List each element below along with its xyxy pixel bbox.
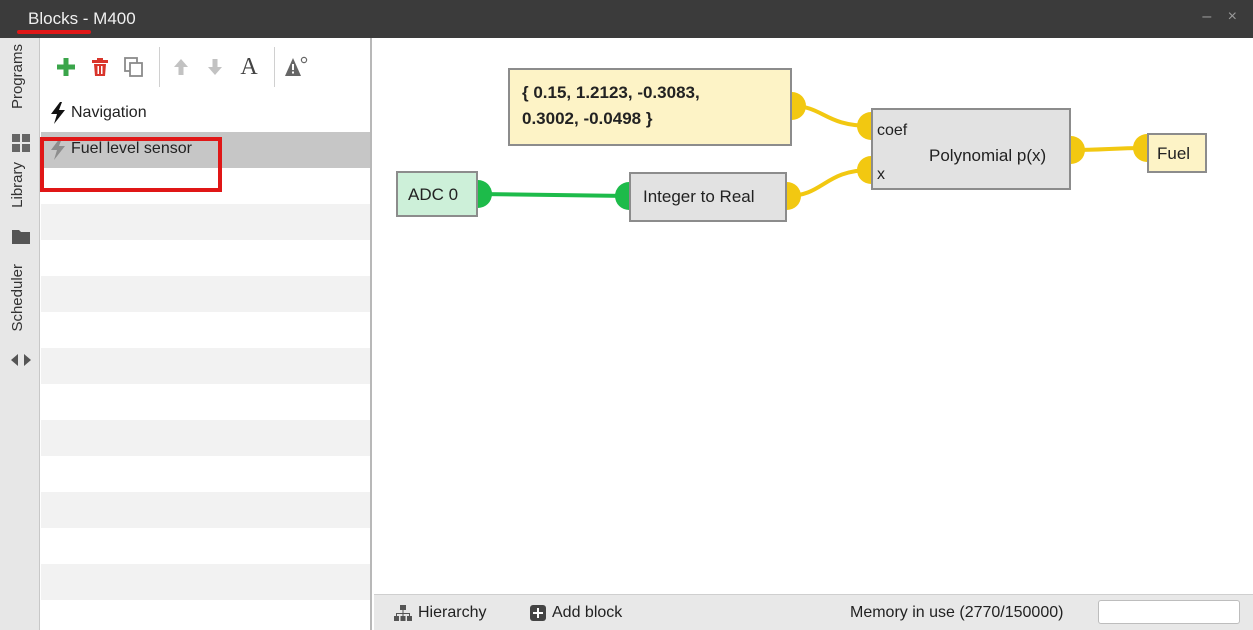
toolbar-separator (274, 47, 275, 87)
polynomial-block[interactable]: coef Polynomial p(x) x (871, 108, 1071, 190)
output-port (1071, 136, 1085, 164)
empty-row (41, 276, 370, 312)
copy-program-button[interactable] (119, 52, 149, 82)
adc-block[interactable]: ADC 0 (396, 171, 478, 217)
delete-program-button[interactable] (85, 52, 115, 82)
memory-progress-bar (1098, 600, 1240, 624)
fuel-output-block[interactable]: Fuel (1147, 133, 1207, 173)
window-title: Blocks - M400 (28, 9, 136, 28)
move-down-button[interactable] (200, 52, 230, 82)
arrows-icon (11, 354, 31, 366)
status-bar: Hierarchy Add block Memory in use (2770/… (374, 594, 1253, 630)
input-port (615, 182, 629, 210)
tab-library[interactable]: Library (9, 162, 26, 208)
bolt-icon (51, 102, 65, 124)
empty-row (41, 456, 370, 492)
empty-row (41, 420, 370, 456)
integer-to-real-block[interactable]: Integer to Real (629, 172, 787, 222)
input-port-x (857, 156, 871, 184)
memory-label: Memory in use (2770/150000) (850, 604, 1064, 621)
empty-row (41, 204, 370, 240)
font-a-icon: A (240, 53, 258, 80)
empty-row (41, 384, 370, 420)
list-item[interactable]: Navigation (41, 96, 370, 132)
connection-wires (477, 92, 1148, 210)
tab-library-label: Library (9, 162, 26, 208)
grid-icon (12, 134, 30, 152)
title-underline-annotation (17, 30, 91, 34)
input-port-coef (857, 112, 871, 140)
constant-line-1: { 0.15, 1.2123, -0.3083, (522, 83, 700, 102)
programs-panel: A Navigation Fuel level sensor (41, 38, 372, 630)
toolbar-separator (159, 47, 160, 87)
memory-usage: Memory in use (2770/150000) (850, 604, 1063, 622)
constant-block[interactable]: { 0.15, 1.2123, -0.3083, 0.3002, -0.0498… (508, 68, 792, 146)
move-up-button[interactable] (166, 52, 196, 82)
empty-row (41, 600, 370, 630)
program-label: Navigation (71, 104, 147, 121)
copy-icon (124, 57, 143, 77)
rename-button[interactable]: A (234, 52, 264, 82)
blocks-window: Blocks - M400 – × Programs Library Sched… (0, 0, 1253, 630)
add-box-icon (530, 605, 546, 621)
add-program-button[interactable] (51, 52, 81, 82)
output-port (478, 180, 492, 208)
constant-line-2: 0.3002, -0.0498 } (522, 109, 653, 128)
vertical-tab-bar: Programs Library Scheduler (0, 38, 40, 630)
tab-programs-label: Programs (9, 44, 26, 110)
wire-adc (477, 192, 630, 198)
empty-row (41, 312, 370, 348)
empty-row (41, 240, 370, 276)
arrow-down-icon (208, 59, 222, 75)
output-port (792, 92, 806, 120)
empty-row (41, 348, 370, 384)
input-port (1133, 134, 1147, 162)
hierarchy-label: Hierarchy (418, 604, 487, 621)
selection-highlight-annotation (40, 137, 222, 192)
input-label-coef: coef (877, 122, 908, 139)
output-port (787, 182, 801, 210)
title-bar: Blocks - M400 – × (0, 0, 1253, 38)
tab-scheduler[interactable]: Scheduler (9, 264, 26, 332)
trash-icon (92, 58, 108, 76)
plus-icon (57, 58, 75, 76)
empty-row (41, 528, 370, 564)
arrow-up-icon (174, 59, 188, 75)
programs-toolbar: A (41, 38, 370, 96)
warning-a-icon (285, 56, 308, 76)
polynomial-block-name: Polynomial p(x) (929, 146, 1047, 165)
hierarchy-icon (394, 605, 412, 621)
add-block-button[interactable]: Add block (530, 604, 622, 622)
empty-row (41, 564, 370, 600)
empty-row (41, 492, 370, 528)
folder-icon (12, 230, 30, 244)
tab-scheduler-label: Scheduler (9, 264, 26, 332)
window-controls[interactable]: – × (1202, 8, 1243, 26)
input-label-x: x (877, 166, 885, 183)
add-block-label: Add block (552, 604, 623, 621)
hierarchy-button[interactable]: Hierarchy (394, 604, 486, 622)
warnings-button[interactable] (281, 52, 311, 82)
block-canvas[interactable]: { 0.15, 1.2123, -0.3083, 0.3002, -0.0498… (374, 38, 1253, 594)
tab-programs[interactable]: Programs (9, 44, 26, 109)
